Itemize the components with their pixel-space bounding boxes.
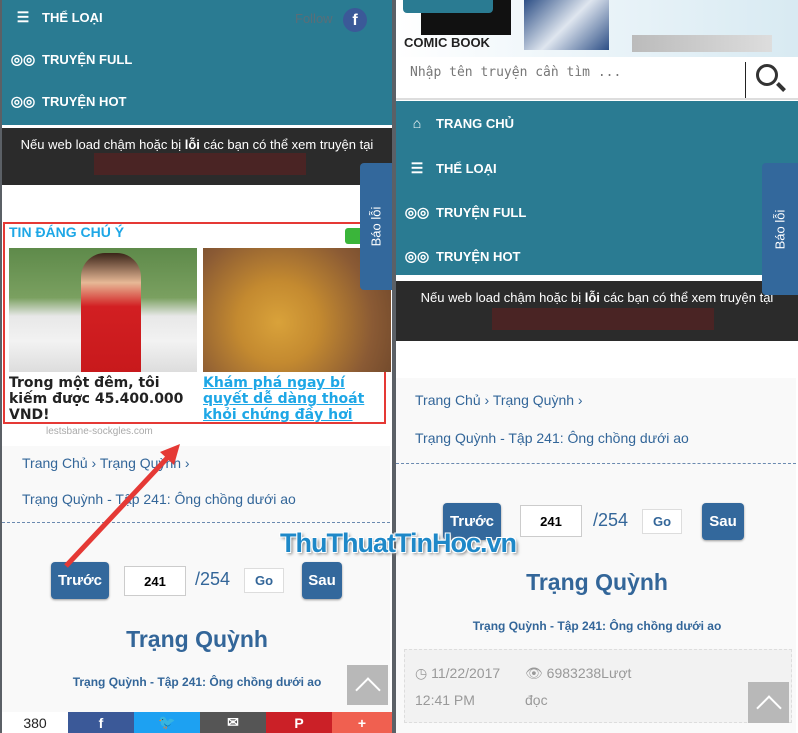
- watermark: ThuThuatTinHoc.vn: [280, 528, 517, 558]
- annotation-arrow: [64, 444, 180, 568]
